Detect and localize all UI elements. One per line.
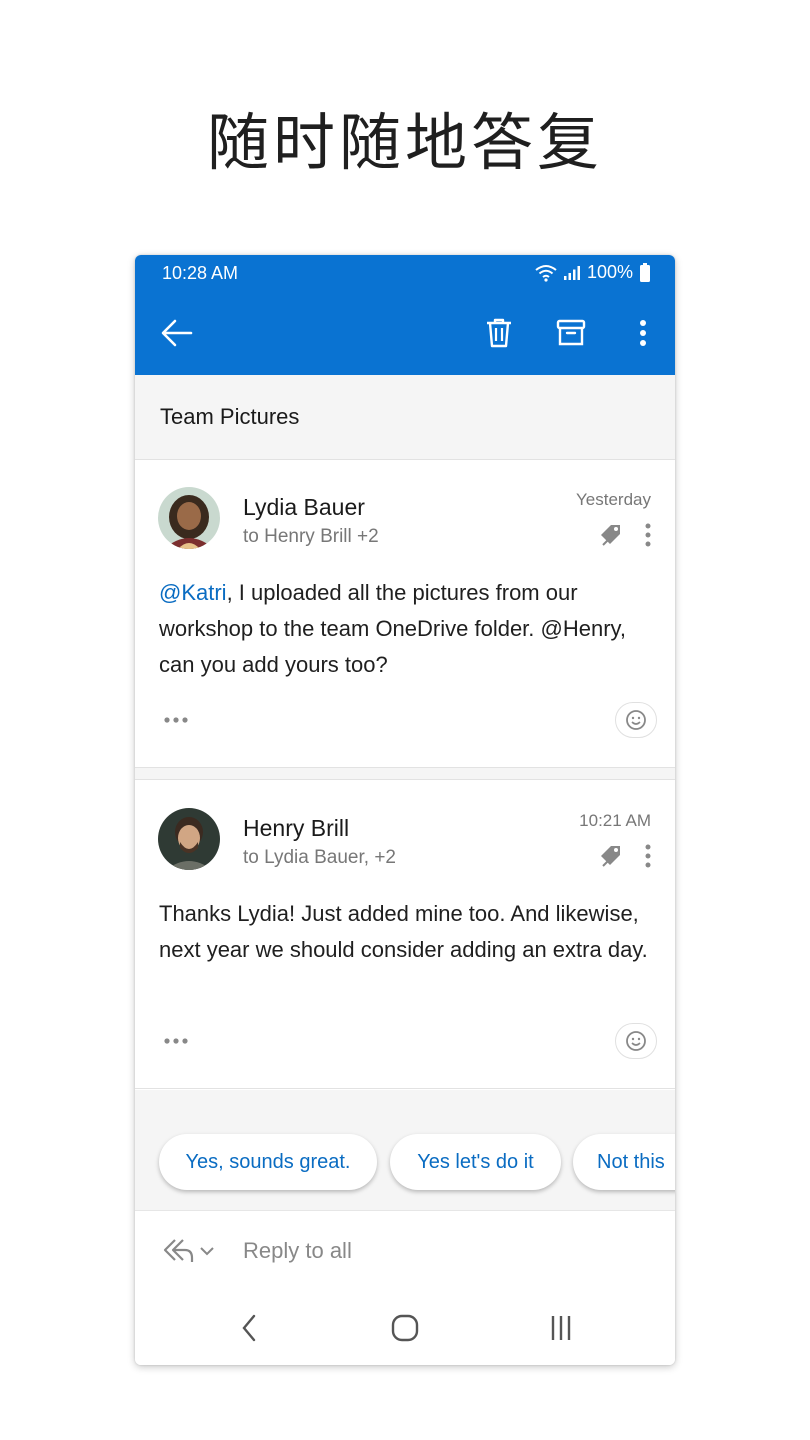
tag-button[interactable]	[598, 521, 624, 547]
avatar	[158, 487, 220, 549]
smiley-icon	[626, 710, 646, 730]
smiley-icon	[626, 1031, 646, 1051]
message-more-button[interactable]	[638, 522, 658, 548]
tag-icon	[601, 846, 620, 867]
nav-home-button[interactable]	[385, 1310, 425, 1346]
reply-bar[interactable]: Reply to all	[135, 1210, 675, 1292]
trash-icon	[487, 318, 511, 348]
more-vertical-icon	[640, 320, 646, 346]
back-button[interactable]	[157, 313, 197, 353]
wifi-icon	[535, 264, 557, 282]
quick-replies: Yes, sounds great. Yes let's do it Not t…	[135, 1090, 675, 1210]
archive-icon	[556, 319, 586, 346]
message-text: , I uploaded all the pictures from our w…	[159, 580, 627, 677]
home-icon	[391, 1314, 419, 1342]
more-horizontal-icon	[164, 1038, 188, 1044]
phone-screen: 10:28 AM 100% Team Pictures Lydia Bauer …	[135, 255, 675, 1365]
timestamp: 10:21 AM	[579, 811, 651, 830]
recents-icon	[551, 1316, 571, 1340]
recipients: to Henry Brill +2	[243, 526, 379, 547]
add-reaction-button[interactable]	[615, 702, 657, 738]
quick-reply-chip[interactable]: Yes let's do it	[390, 1134, 561, 1190]
signal-icon	[563, 265, 580, 280]
more-horizontal-icon	[164, 717, 188, 723]
avatar	[158, 808, 220, 870]
more-vertical-icon	[645, 523, 651, 547]
nav-recents-button[interactable]	[541, 1310, 581, 1346]
message-body: Thanks Lydia! Just added mine too. And l…	[159, 896, 659, 968]
status-time: 10:28 AM	[162, 263, 239, 283]
toolbar	[135, 303, 675, 363]
message-body: @Katri, I uploaded all the pictures from…	[159, 575, 659, 683]
recipients: to Lydia Bauer, +2	[243, 847, 396, 868]
show-quoted-button[interactable]	[163, 1033, 191, 1049]
battery-icon	[640, 262, 650, 282]
delete-button[interactable]	[479, 313, 519, 353]
chevron-left-icon	[242, 1314, 256, 1342]
mention-link[interactable]: @Katri	[159, 580, 227, 605]
reply-all-icon	[163, 1239, 214, 1262]
more-options-button[interactable]	[623, 313, 663, 353]
message-text: Thanks Lydia! Just added mine too. And l…	[159, 901, 648, 962]
message-card[interactable]: Lydia Bauer to Henry Brill +2 Yesterday …	[135, 460, 675, 768]
show-quoted-button[interactable]	[163, 712, 191, 728]
quick-reply-chip[interactable]: Not this	[573, 1134, 675, 1190]
nav-back-button[interactable]	[229, 1310, 269, 1346]
thread-subject: Team Pictures	[160, 404, 300, 429]
battery-percent: 100%	[586, 262, 633, 282]
back-arrow-icon	[161, 319, 193, 347]
message-card[interactable]: Henry Brill to Lydia Bauer, +2 10:21 AM …	[135, 781, 675, 1089]
message-more-button[interactable]	[638, 843, 658, 869]
app-bar: 10:28 AM 100%	[135, 255, 675, 375]
message-divider	[135, 768, 675, 780]
sender-name: Henry Brill	[243, 815, 350, 841]
status-indicators: 100%	[535, 262, 651, 283]
archive-button[interactable]	[551, 313, 591, 353]
tag-icon	[601, 525, 620, 546]
sender-name: Lydia Bauer	[243, 494, 365, 520]
more-vertical-icon	[645, 844, 651, 868]
system-nav-bar	[135, 1292, 675, 1365]
add-reaction-button[interactable]	[615, 1023, 657, 1059]
tag-button[interactable]	[598, 842, 624, 868]
reply-mode-selector[interactable]	[161, 1236, 217, 1266]
promo-headline: 随时随地答复	[206, 106, 603, 179]
timestamp: Yesterday	[576, 490, 651, 509]
quick-reply-chip[interactable]: Yes, sounds great.	[159, 1134, 377, 1190]
reply-field[interactable]: Reply to all	[243, 1238, 352, 1264]
status-bar: 10:28 AM 100%	[135, 255, 675, 293]
thread-header: Team Pictures	[135, 375, 675, 460]
